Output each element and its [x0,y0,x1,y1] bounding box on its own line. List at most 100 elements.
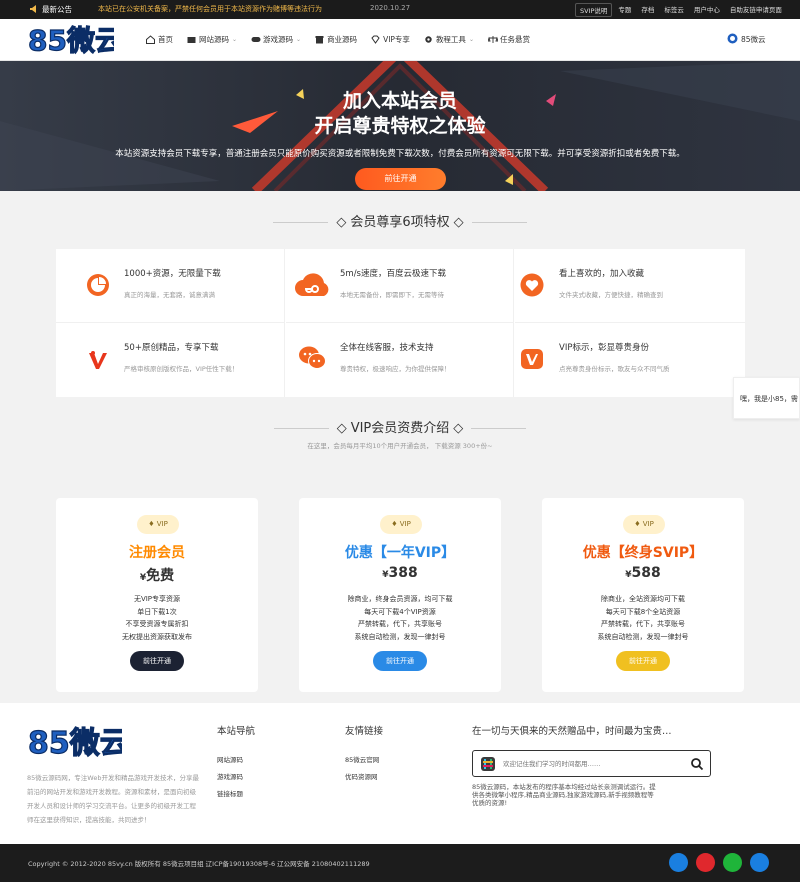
heart-icon [520,273,544,297]
pricing-title: ◇ VIP会员资费介绍 ◇ [0,417,800,436]
qq-icon[interactable] [669,853,688,872]
privileges-grid: 1000+资源，无限量下载 真正的海量，无套路，诚意满满 5m/s速度，百度云极… [56,249,745,397]
footer-nav-link[interactable]: 网站源码 [217,754,243,764]
main-nav: 85微云 首页 网站源码 ⌄ 游戏源码 ⌄ 商业源码 VIP专享 教程工具 ⌄ … [0,19,800,61]
plan-name: 优惠【一年VIP】 [344,545,456,561]
nav-item-commercial-source[interactable]: 商业源码 [315,34,357,45]
plan-price: ¥388 [382,565,418,581]
cloud-icon [294,269,332,299]
privilege-item: 看上喜欢的，加入收藏 文件夹式收藏，方便快捷，精确查到 [515,249,745,323]
title-divider [471,222,527,223]
footer-friends-title: 友情链接 [345,726,384,737]
top-link-friend-apply[interactable]: 自助友链申请页面 [726,3,786,17]
top-link-user-center[interactable]: 用户中心 [690,3,724,17]
plan-features: 除商业，全站资源均可下载 每天可下载8个全站资源 严禁转载，代下，共享账号 系统… [597,595,689,641]
megaphone-icon [30,4,39,15]
hero-subtitle: 本站资源支持会员下载专享，普通注册会员只能原价购买资源或者限制免费下载次数，付费… [115,149,685,159]
wechat-icon[interactable] [723,853,742,872]
top-link-svip[interactable]: SVIP说明 [575,3,613,17]
chevron-down-icon: ⌄ [468,36,474,43]
plan-price: ¥588 [625,565,661,581]
nav-item-site-source[interactable]: 网站源码 ⌄ [187,34,237,45]
slack-logo-icon [481,757,495,771]
site-logo[interactable]: 85微云 [27,23,123,57]
search-input[interactable] [503,757,683,771]
plan-features: 无VIP专享资源 单日下载1次 不享受资源专属折扣 无权提出资源获取发布 [122,595,192,641]
privilege-item: 全体在线客服，技术支持 尊贵特权，极速响应，为你提供保障！ [286,323,514,397]
footer-slogan: 在一切与天俱来的天然赠品中，时间最为宝贵… [472,726,672,737]
footer-logo-lettering: 85微云 [28,726,122,759]
v-icon [86,347,110,371]
footer-nav-link[interactable]: 链接标题 [217,788,243,798]
hero-open-button[interactable]: 前往开通 [355,168,446,190]
footer-note: 85微云源码，本站发布的程序基本均经过站长亲测调试运行。提供各类微擎小程序,精品… [472,783,656,807]
footer-logo[interactable]: 85微云 [27,723,130,761]
copyright-bar: Copyright © 2012-2020 85vy.cn 版权所有 85微云项… [0,844,800,882]
plan-open-button[interactable]: 前往开通 [130,651,184,671]
plan-card-free: ♦ VIP 注册会员 ¥免费 无VIP专享资源 单日下载1次 不享受资源专属折扣… [56,498,258,692]
footer-search [472,750,711,777]
vip-badge: ♦ VIP [380,515,422,534]
pricing-subtitle: 在这里，会员每月平均10个用户开通会员， 下载资源 300+份~ [307,442,493,450]
nav-item-bounty[interactable]: 任务悬赏 [487,34,530,45]
gear-icon [424,35,433,44]
email-icon[interactable] [750,853,769,872]
shop-icon [315,35,324,44]
pie-chart-icon [86,273,110,297]
social-links [669,853,769,872]
chat-icon [298,345,326,371]
privilege-item: VIP标示，彰显尊贵身份 点亮尊贵身份标示，歌友与众不同气质 [515,323,745,397]
site-footer: 85微云 85微云源码网，专注Web开发和精品游戏开发技术，分享最前沿的网站开发… [0,703,800,844]
announcement-bar: 最新公告 本站已在公安机关备案，严禁任何会员用于本站资源作为赌博等违法行为 20… [0,0,800,19]
announcement-text[interactable]: 本站已在公安机关备案，严禁任何会员用于本站资源作为赌博等违法行为 [98,4,322,14]
site-badge-icon [727,33,738,46]
announcement-label: 最新公告 [30,4,72,15]
vip-badge: ♦ VIP [623,515,665,534]
nav-item-tutorials[interactable]: 教程工具 ⌄ [424,34,474,45]
privilege-item: 50+原创精品，专享下载 严格审核原创版权作品，VIP任性下载！ [56,323,285,397]
plan-open-button[interactable]: 前往开通 [373,651,427,671]
chevron-down-icon: ⌄ [296,36,302,43]
footer-nav-title: 本站导航 [217,726,256,737]
plan-price: ¥免费 [139,568,175,584]
vip-badge: ♦ VIP [137,515,179,534]
announcement-date: 2020.10.27 [370,4,411,12]
footer-nav-link[interactable]: 游戏源码 [217,771,243,781]
weibo-icon[interactable] [696,853,715,872]
hero-title-line2: 开启尊贵特权之体验 [314,115,486,137]
gamepad-icon [251,35,261,44]
title-divider [471,428,527,429]
footer-about: 85微云源码网，专注Web开发和精品游戏开发技术，分享最前沿的网站开发和游戏开发… [27,774,199,824]
site-account[interactable]: 85微云 [727,33,766,46]
privilege-item: 5m/s速度，百度云极速下载 本地无需备份，即需即下，无需等待 [286,249,514,323]
top-link-archive[interactable]: 存档 [637,3,658,17]
hero-title-line1: 加入本站会员 [342,90,457,112]
footer-friend-link[interactable]: 优码资源网 [345,771,378,781]
footer-friend-link[interactable]: 85微云官网 [345,754,379,764]
copyright-text: Copyright © 2012-2020 85vy.cn 版权所有 85微云项… [28,860,370,868]
top-links: SVIP说明 专题 存档 标签云 用户中心 自助友链申请页面 [575,3,786,17]
top-link-tags[interactable]: 标签云 [660,3,688,17]
diamond-icon [371,35,380,44]
folder-icon [187,35,196,44]
home-icon [146,35,155,44]
vip-badge-icon [520,347,544,371]
top-link-topics[interactable]: 专题 [614,3,635,17]
privileges-title: ◇ 会员尊享6项特权 ◇ [0,211,800,230]
plan-open-button[interactable]: 前往开通 [616,651,670,671]
plan-card-lifetime: ♦ VIP 优惠【终身SVIP】 ¥588 除商业，全站资源均可下载 每天可下载… [542,498,744,692]
logo-lettering: 85微云 [28,24,114,56]
nav-menu: 首页 网站源码 ⌄ 游戏源码 ⌄ 商业源码 VIP专享 教程工具 ⌄ 任务悬赏 [146,34,544,45]
scale-icon [487,35,499,44]
plan-features: 除商业，终身会员资源，均可下载 每天可下载4个VIP资源 严禁转载，代下，共享账… [347,595,453,641]
plan-name: 注册会员 [129,545,185,561]
nav-item-home[interactable]: 首页 [146,34,173,45]
title-divider [273,222,329,223]
chevron-down-icon: ⌄ [232,36,238,43]
nav-item-vip[interactable]: VIP专享 [371,34,410,45]
chat-helper-tab[interactable]: 嘿，我是小85，需 [733,377,800,419]
search-icon[interactable] [690,757,704,771]
membership-hero: 加入本站会员 开启尊贵特权之体验 本站资源支持会员下载专享，普通注册会员只能原价… [0,61,800,191]
nav-item-game-source[interactable]: 游戏源码 ⌄ [251,34,301,45]
title-divider [273,428,329,429]
